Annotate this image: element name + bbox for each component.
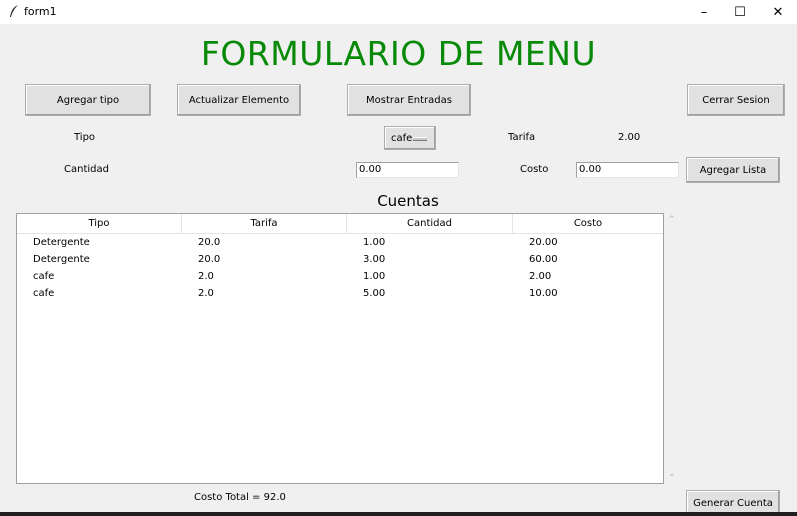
minimize-icon: – (700, 4, 708, 20)
column-header-costo[interactable]: Costo (513, 214, 663, 233)
cell-cantidad: 1.00 (363, 237, 386, 248)
cantidad-input[interactable]: 0.00 (356, 162, 459, 178)
table-row[interactable]: cafe 2.0 1.00 2.00 (17, 268, 663, 285)
table-row[interactable]: Detergente 20.0 1.00 20.00 (17, 234, 663, 251)
cuentas-table[interactable]: Tipo Tarifa Cantidad Costo Detergente 20… (16, 213, 664, 484)
tarifa-label: Tarifa (508, 132, 536, 143)
cantidad-label: Cantidad (64, 164, 109, 175)
cell-costo: 10.00 (529, 288, 558, 299)
scroll-up-icon[interactable]: ⌃ (668, 215, 676, 225)
table-header: Tipo Tarifa Cantidad Costo (17, 214, 663, 234)
cell-tipo: cafe (33, 288, 55, 299)
cell-tarifa: 2.0 (198, 288, 214, 299)
maximize-button[interactable]: ☐ (720, 0, 760, 24)
tarifa-value: 2.00 (618, 132, 641, 143)
cell-tarifa: 20.0 (198, 254, 221, 265)
costo-total-value: 92.0 (263, 492, 286, 503)
cell-tipo: Detergente (33, 237, 90, 248)
column-header-cantidad[interactable]: Cantidad (347, 214, 513, 233)
agregar-tipo-button[interactable]: Agregar tipo (25, 84, 151, 116)
close-icon: ✕ (772, 4, 784, 20)
costo-total-label: Costo Total = (194, 492, 261, 503)
cell-cantidad: 3.00 (363, 254, 386, 265)
cell-costo: 2.00 (529, 271, 552, 282)
costo-total: Costo Total = 92.0 (194, 492, 286, 503)
scroll-down-icon[interactable]: ⌄ (668, 469, 676, 479)
table-body: Detergente 20.0 1.00 20.00 Detergente 20… (17, 234, 663, 302)
cell-tipo: Detergente (33, 254, 90, 265)
cell-tarifa: 20.0 (198, 237, 221, 248)
window-title: form1 (24, 5, 57, 18)
main-window: form1 – ☐ ✕ FORMULARIO DE MENU Agregar t… (0, 0, 797, 516)
cuentas-title: Cuentas (377, 192, 439, 210)
tipo-select[interactable]: cafe (384, 126, 436, 150)
table-row[interactable]: Detergente 20.0 3.00 60.00 (17, 251, 663, 268)
close-button[interactable]: ✕ (758, 0, 797, 24)
column-header-tipo[interactable]: Tipo (17, 214, 182, 233)
tipo-label: Tipo (74, 132, 96, 143)
page-title: FORMULARIO DE MENU (200, 34, 597, 73)
table-row[interactable]: cafe 2.0 5.00 10.00 (17, 285, 663, 302)
cell-costo: 20.00 (529, 237, 558, 248)
cerrar-sesion-button[interactable]: Cerrar Sesion (687, 84, 785, 116)
actualizar-elemento-button[interactable]: Actualizar Elemento (177, 84, 301, 116)
window-bottom-edge (0, 512, 797, 516)
table-vertical-scrollbar[interactable]: ⌃ ⌄ (664, 213, 681, 484)
cell-tipo: cafe (33, 271, 55, 282)
costo-input[interactable]: 0.00 (576, 162, 679, 178)
costo-label: Costo (520, 164, 549, 175)
column-header-tarifa[interactable]: Tarifa (182, 214, 347, 233)
cell-cantidad: 5.00 (363, 288, 386, 299)
cell-tarifa: 2.0 (198, 271, 214, 282)
dropdown-indicator-icon (413, 137, 427, 141)
tipo-selected-value: cafe (391, 132, 413, 144)
agregar-lista-button[interactable]: Agregar Lista (686, 157, 780, 183)
minimize-button[interactable]: – (684, 0, 724, 24)
cell-cantidad: 1.00 (363, 271, 386, 282)
feather-icon (10, 5, 18, 17)
mostrar-entradas-button[interactable]: Mostrar Entradas (347, 84, 471, 116)
maximize-icon: ☐ (734, 4, 746, 20)
title-bar: form1 – ☐ ✕ (0, 0, 797, 24)
cell-costo: 60.00 (529, 254, 558, 265)
